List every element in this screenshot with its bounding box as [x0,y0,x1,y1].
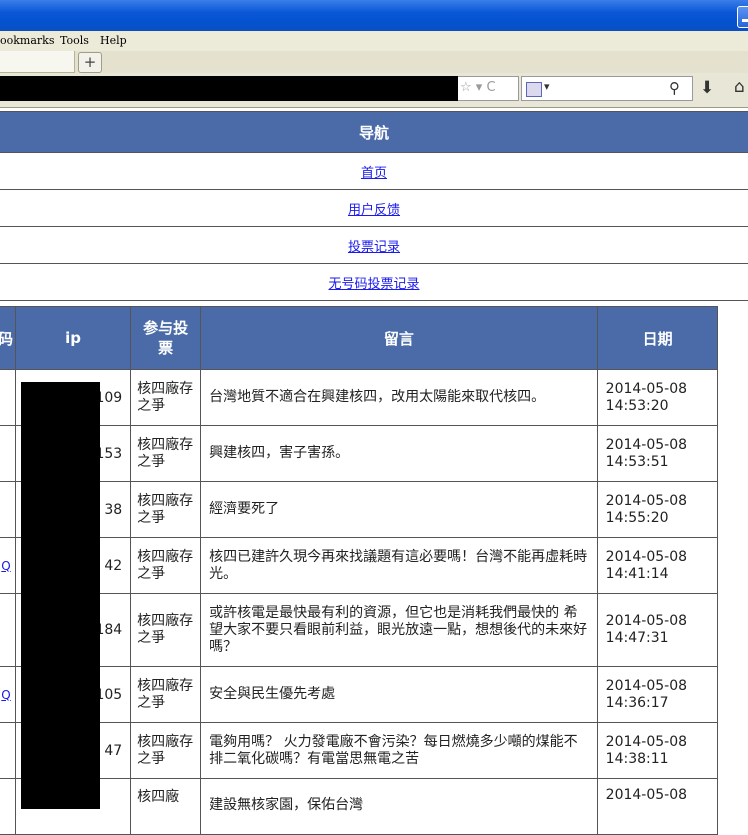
nav-link-anon-vote-records[interactable]: 无号码投票记录 [328,277,419,292]
search-icon[interactable]: ⚲ [669,79,680,97]
column-header-name: 码 [0,306,16,370]
nav-title: 导航 [0,111,748,153]
url-bar-redacted[interactable] [0,76,458,101]
table-row: .184 核四廠存之爭 或許核電是最快最有利的資源，但它也是消耗我們最快的 希望… [0,593,719,667]
row-message: 或許核電是最快最有利的資源，但它也是消耗我們最快的 希望大家不要只看眼前利益，眼… [200,593,598,667]
row-vote: 核四廠存之爭 [130,369,202,426]
column-header-vote: 参与投票 [130,306,202,370]
menu-bookmarks[interactable]: ookmarks [0,34,54,47]
row-message: 建設無核家園，保佑台灣 [200,778,598,835]
row-vote: 核四廠存之爭 [130,537,202,594]
table-row: 38 核四廠存之爭 經濟要死了 2014-05-08 14:55:20 [0,481,719,538]
minimize-icon [742,19,748,22]
vote-records-table: 码 ip 参与投票 留言 日期 109 核四廠存之爭 台灣地質不適合在興建核四，… [0,306,719,835]
nav-link-vote-records[interactable]: 投票记录 [348,240,400,255]
row-message: 核四已建許久現今再來找議題有這必要嗎！台灣不能再虛耗時光。 [200,537,598,594]
download-icon[interactable]: ⬇ [700,78,714,98]
new-tab-button[interactable]: + [78,52,102,73]
row-vote: 核四廠 [130,778,202,835]
search-input[interactable]: ▾ ⚲ [521,76,693,101]
nav-link-feedback[interactable]: 用户反馈 [348,203,400,218]
row-date: 2014-05-08 14:53:51 [596,425,719,482]
search-engine-caret-icon[interactable]: ▾ [544,80,550,93]
tab-bar: + [0,51,748,74]
row-message: 興建核四，害子害孫。 [200,425,598,482]
row-date: 2014-05-08 [596,778,719,835]
row-message: 經濟要死了 [200,481,598,538]
minimize-button[interactable] [737,6,748,28]
nav-link-home[interactable]: 首页 [361,166,387,181]
table-row: 109 核四廠存之爭 台灣地質不適合在興建核四，改用太陽能來取代核四。 2014… [0,369,719,426]
row-date: 2014-05-08 14:53:20 [596,369,719,426]
menu-tools[interactable]: Tools [60,34,89,47]
navigation-toolbar: ☆ ▾ C ▾ ⚲ [0,73,748,108]
row-vote: 核四廠存之爭 [130,722,202,779]
column-header-ip: ip [14,306,132,370]
bookmark-star-icon[interactable]: ☆ ▾ C [460,80,496,95]
table-row: Q 42 核四廠存之爭 核四已建許久現今再來找議題有這必要嗎！台灣不能再虛耗時光… [0,537,719,594]
row-vote: 核四廠存之爭 [130,481,202,538]
row-vote: 核四廠存之爭 [130,425,202,482]
row-date: 2014-05-08 14:47:31 [596,593,719,667]
row-message: 安全與民生優先考處 [200,666,598,723]
nav-table: 导航 首页 用户反馈 投票记录 无号码投票记录 [0,111,748,301]
row-date: 2014-05-08 14:36:17 [596,666,719,723]
column-header-date: 日期 [596,306,719,370]
url-bar-icons[interactable]: ☆ ▾ C [458,76,519,101]
menu-bar: ookmarks Tools Help [0,31,748,51]
row-message: 台灣地質不適合在興建核四，改用太陽能來取代核四。 [200,369,598,426]
window-titlebar [0,0,748,31]
search-engine-icon[interactable] [526,82,542,97]
table-row: 核四廠 建設無核家園，保佑台灣 2014-05-08 [0,778,719,835]
browser-tab[interactable] [0,51,75,73]
column-header-message: 留言 [200,306,598,370]
menu-help[interactable]: Help [100,34,127,47]
home-icon[interactable]: ⌂ [734,77,745,97]
table-row: .153 核四廠存之爭 興建核四，害子害孫。 2014-05-08 14:53:… [0,425,719,482]
row-name-link[interactable]: Q [0,688,10,702]
row-vote: 核四廠存之爭 [130,666,202,723]
row-name-link[interactable]: Q [0,559,10,573]
row-vote: 核四廠存之爭 [130,593,202,667]
table-row: 47 核四廠存之爭 電夠用嗎？ 火力發電廠不會污染？每日燃燒多少噸的煤能不排二氧… [0,722,719,779]
row-date: 2014-05-08 14:38:11 [596,722,719,779]
row-date: 2014-05-08 14:55:20 [596,481,719,538]
row-date: 2014-05-08 14:41:14 [596,537,719,594]
ip-redaction-block [21,382,100,809]
table-row: Q .105 核四廠存之爭 安全與民生優先考處 2014-05-08 14:36… [0,666,719,723]
row-message: 電夠用嗎？ 火力發電廠不會污染？每日燃燒多少噸的煤能不排二氧化碳嗎？有電當思無電… [200,722,598,779]
